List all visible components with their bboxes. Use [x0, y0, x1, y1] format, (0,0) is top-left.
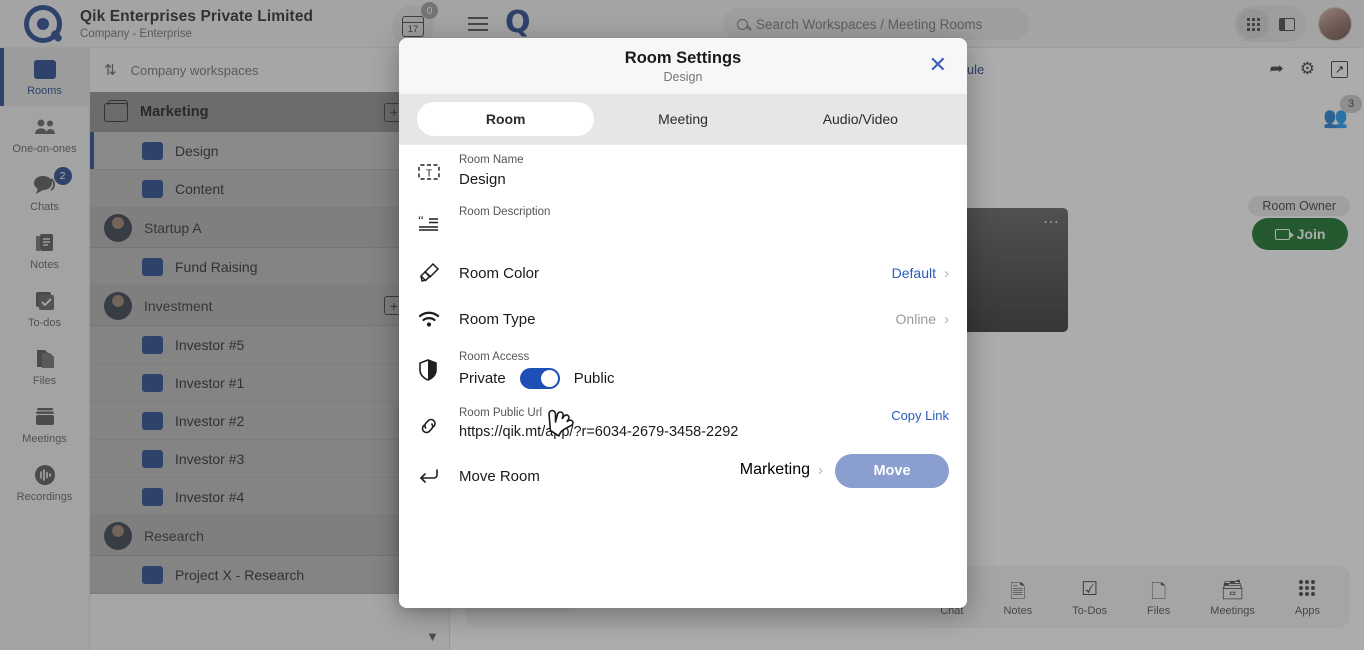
quote-lines-icon: “	[417, 206, 459, 234]
copy-link-button[interactable]: Copy Link	[891, 408, 949, 423]
dialog-tabs: Room Meeting Audio/Video	[399, 94, 967, 144]
field-room-description[interactable]: “ Room Description	[417, 197, 949, 250]
close-icon[interactable]: ✕	[929, 54, 947, 76]
hand-pointer-cursor	[537, 400, 581, 446]
room-color-value[interactable]: Default	[892, 265, 936, 281]
chevron-right-icon[interactable]: ›	[818, 462, 823, 479]
shield-icon	[417, 351, 459, 381]
room-description-input[interactable]	[459, 223, 949, 241]
svg-text:“: “	[418, 214, 424, 227]
room-settings-dialog: Room Settings Design ✕ Room Meeting Audi…	[399, 38, 967, 608]
field-room-type[interactable]: Room Type Online ›	[417, 296, 949, 342]
wifi-icon	[417, 309, 459, 329]
room-access-toggle[interactable]	[520, 368, 560, 389]
field-label: Room Type	[459, 311, 896, 328]
room-name-input[interactable]: Design	[459, 171, 949, 188]
text-box-icon: T	[417, 154, 459, 182]
svg-text:T: T	[426, 169, 432, 180]
field-room-public-url[interactable]: Room Public Url https://qik.mt/app/?r=60…	[417, 398, 949, 449]
field-room-color[interactable]: Room Color Default ›	[417, 250, 949, 296]
move-room-icon	[417, 466, 459, 486]
field-move-room[interactable]: Move Room Marketing › Move	[417, 449, 949, 503]
move-room-target[interactable]: Marketing	[740, 461, 810, 479]
dialog-subtitle: Design	[664, 70, 703, 84]
tab-audio-video[interactable]: Audio/Video	[772, 102, 949, 136]
tab-meeting[interactable]: Meeting	[594, 102, 771, 136]
dialog-header: Room Settings Design ✕	[399, 38, 967, 94]
room-url-value[interactable]: https://qik.mt/app/?r=6034-2679-3458-229…	[459, 424, 949, 440]
access-private-label: Private	[459, 370, 506, 387]
field-room-access: Room Access Private Public	[417, 342, 949, 398]
dialog-body: T Room Name Design “ Room Description Ro…	[399, 144, 967, 608]
field-label: Room Color	[459, 265, 892, 282]
chevron-right-icon[interactable]: ›	[944, 311, 949, 328]
access-public-label: Public	[574, 370, 615, 387]
room-type-value[interactable]: Online	[896, 311, 936, 327]
field-label: Room Name	[459, 154, 949, 166]
paint-brush-icon	[417, 262, 459, 284]
field-room-name[interactable]: T Room Name Design	[417, 145, 949, 197]
field-label: Room Description	[459, 206, 949, 218]
field-label: Room Access	[459, 351, 949, 363]
link-icon	[417, 407, 459, 437]
dialog-title: Room Settings	[625, 49, 741, 68]
field-label: Room Public Url	[459, 407, 949, 419]
move-button[interactable]: Move	[835, 454, 949, 488]
tab-room[interactable]: Room	[417, 102, 594, 136]
chevron-right-icon[interactable]: ›	[944, 265, 949, 282]
